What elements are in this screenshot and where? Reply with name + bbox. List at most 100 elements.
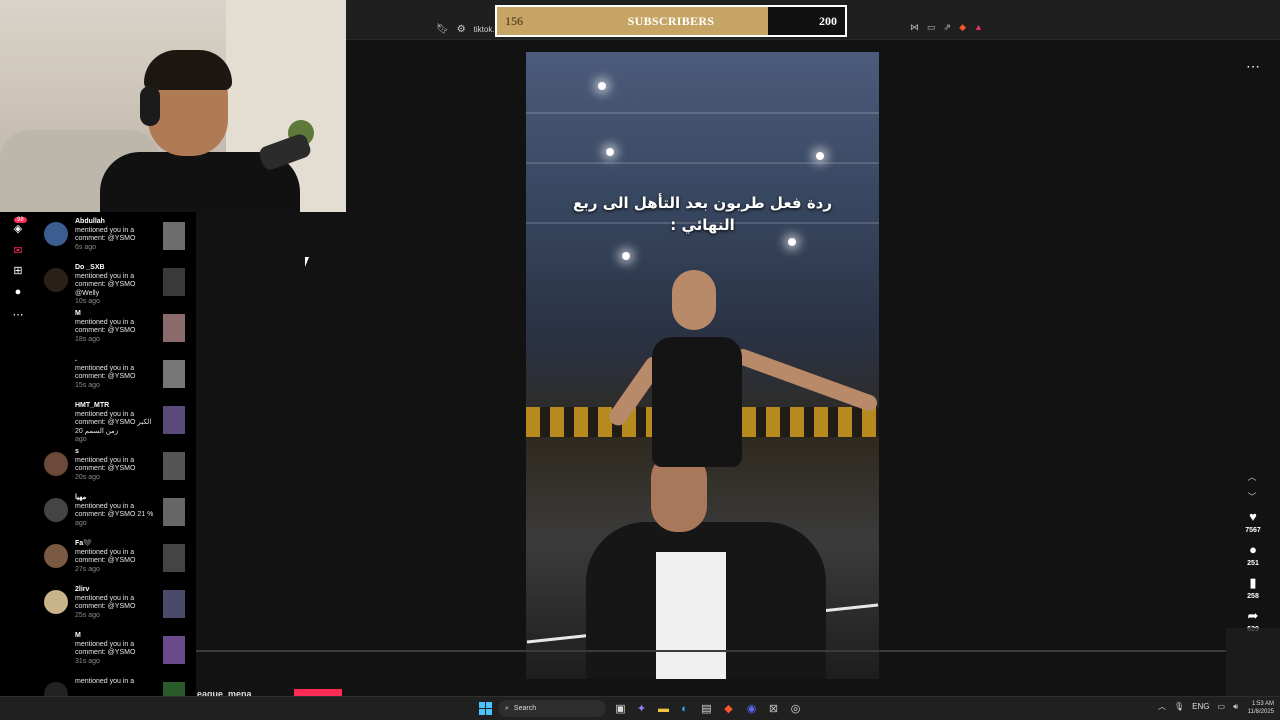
notification-username[interactable]: Do _SXB [75,264,155,273]
notification-username[interactable]: Fa🖤 [75,540,155,549]
avatar[interactable] [44,498,68,522]
avatar[interactable] [44,222,68,246]
profile-icon[interactable]: ● [10,284,26,300]
site-settings-icon[interactable]: ⚙︎ [457,24,466,35]
notification-line2: comment: @YSMO [75,281,136,288]
notification-item[interactable]: HMT_MTR mentioned you in a comment: @YSMO … [36,402,196,448]
screen: 🔖︎ ⚙︎ tiktok.c ⋈ ▭ ⇗ ◆ ▲ 156 SUBSCRIBERS… [0,0,1280,720]
notification-item[interactable]: 2lirv mentioned you in a comment: @YSMO 25s… [36,586,196,632]
avatar[interactable] [44,268,68,292]
roof-beam [526,112,879,114]
avatar[interactable] [44,314,68,338]
notification-username[interactable]: HMT_MTR [75,402,155,411]
network-icon[interactable]: ▭ [1218,702,1226,711]
notification-line2: comment: @YSMO [75,327,136,334]
avatar[interactable] [44,406,68,430]
avatar[interactable] [44,360,68,384]
avatar[interactable] [44,452,68,476]
video-thumbnail[interactable] [163,268,185,296]
notification-username[interactable]: ﻣﻬﻴﺎ [75,494,155,503]
notification-line1: mentioned you in a [75,318,135,326]
notification-item[interactable]: mentioned you in a [36,678,196,696]
notification-time-suffix: ago [75,436,87,443]
tray-overflow-icon[interactable]: ︿ [1158,701,1166,712]
video-thumbnail[interactable] [163,406,185,434]
obs-icon[interactable]: ◎ [788,701,803,716]
arena-light [816,152,824,160]
language-indicator[interactable]: ENG [1192,702,1209,711]
video-player[interactable]: ردة فعل طربون بعد التأهل الى ربع النهائي… [526,52,879,679]
follow-button[interactable] [294,689,342,696]
extension-icon[interactable]: ⋈ [910,22,919,33]
arena-light [598,82,606,90]
notification-item[interactable]: Mmentioned you in a comment: @YSMO 18s ago [36,310,196,356]
notification-item[interactable]: s mentioned you in a comment: @YSMO 20s ago [36,448,196,494]
avatar[interactable] [44,682,68,696]
discord-icon[interactable]: ◉ [744,701,759,716]
notification-item[interactable]: Mmentioned you in a comment: @YSMO 31s ago [36,632,196,678]
video-thumbnail[interactable] [163,360,185,388]
notification-username[interactable]: s [75,448,155,457]
taskbar-search[interactable]: ⌕ Search [498,700,606,717]
notification-line1: mentioned you in a [75,364,135,372]
avatar[interactable] [44,590,68,614]
inbox-icon[interactable]: ✉︎ [10,242,26,258]
notification-username[interactable]: . [75,356,155,365]
cast-icon[interactable]: ▭ [927,22,936,33]
rewards-icon[interactable]: ▲ [974,22,983,33]
more-options-icon[interactable]: ⋯ [1244,58,1262,75]
notification-time: ago [75,436,155,445]
brave-browser-icon[interactable]: ◆ [721,701,736,716]
notification-item[interactable]: Abdullah mentioned you in a comment: @YSMO… [36,218,196,264]
save-button[interactable]: ▮ 258 [1240,576,1266,601]
store-icon[interactable]: ▤ [699,701,714,716]
notification-text: HMT_MTR mentioned you in a comment: @YSMO … [75,402,155,445]
notification-username[interactable]: 2lirv [75,586,155,595]
video-thumbnail[interactable] [163,222,185,250]
notification-item[interactable]: ﻣﻬﻴﺎ mentioned you in a comment: @YSMO 21 … [36,494,196,540]
avatar[interactable] [44,636,68,660]
edge-icon[interactable]: ◐ [677,701,692,716]
video-progress-bar[interactable] [196,650,1226,652]
notification-time: 6s ago [75,244,155,253]
brave-icon[interactable]: ◆ [959,22,966,33]
video-thumbnail[interactable] [163,452,185,480]
volume-icon[interactable]: 🔊︎ [1233,702,1238,712]
share-icon[interactable]: ⇗ [944,22,952,33]
notification-item[interactable]: . mentioned you in a comment: @YSMO 15s ago [36,356,196,402]
video-thumbnail[interactable] [163,314,185,342]
mic-icon[interactable]: 🎙︎ [1174,702,1184,711]
task-view-icon[interactable]: ▣ [613,701,628,716]
next-video-icon[interactable]: ﹀ [1245,490,1259,504]
streamer [100,50,300,212]
like-button[interactable]: ♥ 7567 [1240,510,1266,535]
video-thumbnail[interactable] [163,498,185,526]
taskbar-clock[interactable]: 1:53 AM 11/8/2025 [1240,700,1274,716]
notification-item[interactable]: Fa🖤 mentioned you in a comment: @YSMO 27s a… [36,540,196,586]
more-icon[interactable]: ⋯ [10,306,26,322]
video-thumbnail[interactable] [163,636,185,664]
notification-time-suffix: ago [88,473,100,481]
video-thumbnail[interactable] [163,682,185,696]
notification-text: Mmentioned you in a comment: @YSMO 18s ago [75,310,155,344]
clock-date: 11/8/2025 [1247,709,1274,715]
comment-count: 251 [1247,560,1259,567]
webcam-feed [0,0,346,212]
previous-video-icon[interactable]: ︿ [1245,470,1259,484]
notification-username[interactable]: M [75,632,155,641]
notification-item[interactable]: Do _SXB mentioned you in a comment: @YSMO @… [36,264,196,310]
comment-button[interactable]: ● 251 [1240,543,1266,568]
file-explorer-icon[interactable]: ▬ [656,701,671,716]
upload-icon[interactable]: ⊞ [10,262,26,278]
copilot-icon[interactable]: ✦ [634,701,649,716]
notification-username[interactable]: M [75,310,155,319]
video-thumbnail[interactable] [163,590,185,618]
avatar[interactable] [44,544,68,568]
app-icon[interactable]: ⊠ [766,701,781,716]
video-thumbnail[interactable] [163,544,185,572]
notification-line3: @Welly [75,289,100,297]
notification-username[interactable]: Abdullah [75,218,155,227]
bookmark-icon[interactable]: 🔖︎ [436,24,449,35]
windows-start-icon[interactable] [479,702,492,715]
arena-light [606,148,614,156]
